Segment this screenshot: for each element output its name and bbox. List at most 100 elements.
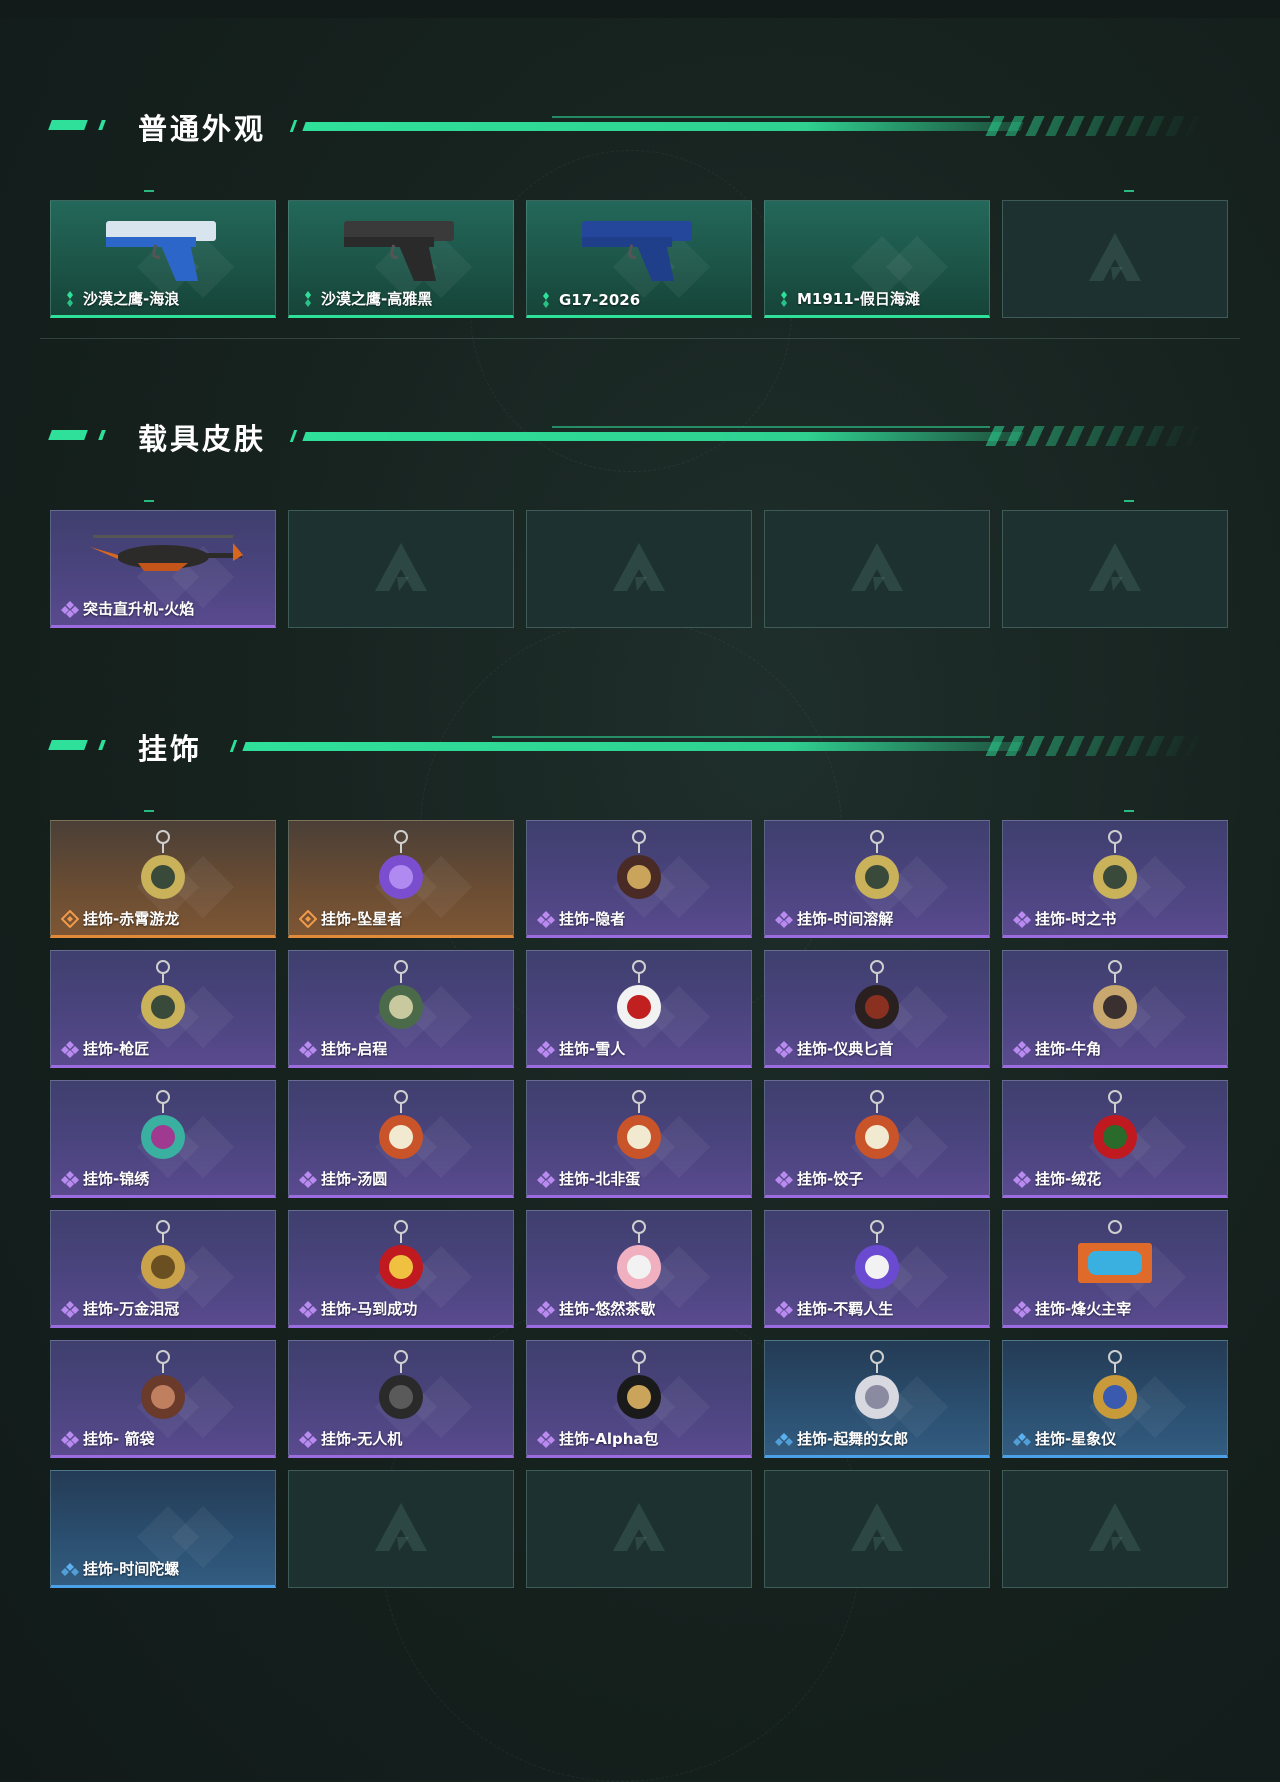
item-card[interactable]: 挂饰-不羁人生 xyxy=(764,1210,990,1328)
charm-icon xyxy=(855,830,899,899)
sign-charm-icon xyxy=(1078,1220,1152,1283)
item-card[interactable]: 挂饰-马到成功 xyxy=(288,1210,514,1328)
item-name: 挂饰-隐者 xyxy=(559,910,626,928)
item-label: 挂饰-时之书 xyxy=(1013,908,1116,929)
logo-watermark-icon xyxy=(851,1503,903,1551)
horse-charm-icon xyxy=(379,1220,423,1289)
rarity-diamond-icon xyxy=(543,292,549,308)
item-label: 挂饰-坠星者 xyxy=(299,908,402,929)
item-name: 沙漠之鹰-海浪 xyxy=(83,290,180,308)
item-card[interactable]: 突击直升机-火焰 xyxy=(50,510,276,628)
section-title: 载具皮肤 xyxy=(138,422,267,456)
item-name: M1911-假日海滩 xyxy=(797,290,920,308)
item-card[interactable]: 挂饰-星象仪 xyxy=(1002,1340,1228,1458)
rarity-diamond-icon xyxy=(299,1040,317,1058)
item-name: 挂饰-雪人 xyxy=(559,1040,626,1058)
item-card[interactable]: 挂饰-枪匠 xyxy=(50,950,276,1068)
rarity-diamond-icon xyxy=(299,1170,317,1188)
item-card[interactable]: 挂饰-烽火主宰 xyxy=(1002,1210,1228,1328)
item-card[interactable]: 挂饰-悠然茶歇 xyxy=(526,1210,752,1328)
empty-slot[interactable] xyxy=(1002,1470,1228,1588)
drone-charm-icon xyxy=(379,1350,423,1419)
rarity-diamond-icon xyxy=(537,910,555,928)
header-accent-tick xyxy=(98,430,106,440)
item-label: M1911-假日海滩 xyxy=(775,288,920,309)
crown-charm-icon xyxy=(141,1220,185,1289)
logo-watermark-icon xyxy=(375,1503,427,1551)
item-name: 挂饰-Alpha包 xyxy=(559,1430,659,1448)
item-name: 挂饰-饺子 xyxy=(797,1170,864,1188)
item-card[interactable]: 挂饰-隐者 xyxy=(526,820,752,938)
item-card[interactable]: 挂饰-起舞的女郎 xyxy=(764,1340,990,1458)
section-header: 载具皮肤 xyxy=(0,410,1280,460)
item-card[interactable]: 挂饰-万金泪冠 xyxy=(50,1210,276,1328)
item-card[interactable]: 挂饰-坠星者 xyxy=(288,820,514,938)
empty-slot[interactable] xyxy=(288,510,514,628)
item-card[interactable]: 挂饰-时间溶解 xyxy=(764,820,990,938)
item-card[interactable]: 挂饰-牛角 xyxy=(1002,950,1228,1068)
item-card[interactable]: 挂饰-时之书 xyxy=(1002,820,1228,938)
item-card[interactable]: 挂饰- 箭袋 xyxy=(50,1340,276,1458)
rarity-diamond-icon xyxy=(775,910,793,928)
corner-mark xyxy=(1124,500,1134,502)
butterfly-charm-icon xyxy=(141,1090,185,1159)
item-card[interactable]: 挂饰-汤圆 xyxy=(288,1080,514,1198)
crystal-charm-icon xyxy=(379,830,423,899)
rarity-diamond-icon xyxy=(775,1432,793,1446)
empty-slot[interactable] xyxy=(1002,510,1228,628)
item-card[interactable]: 挂饰-Alpha包 xyxy=(526,1340,752,1458)
quiver-charm-icon xyxy=(141,1350,185,1419)
item-label: 挂饰-万金泪冠 xyxy=(61,1298,179,1319)
empty-slot[interactable] xyxy=(526,1470,752,1588)
section-3: 挂饰 挂饰-赤霄游龙 挂饰-坠星者 挂饰-隐者 挂饰-时间溶解 挂饰-时之书 挂… xyxy=(0,720,1280,1588)
item-label: 挂饰-汤圆 xyxy=(299,1168,387,1189)
item-name: 挂饰-马到成功 xyxy=(321,1300,418,1318)
empty-slot[interactable] xyxy=(288,1470,514,1588)
item-label: 挂饰-绒花 xyxy=(1013,1168,1101,1189)
item-name: 挂饰-绒花 xyxy=(1035,1170,1102,1188)
rarity-diamond-icon xyxy=(1013,1432,1031,1446)
item-card[interactable]: M1911-假日海滩 xyxy=(764,200,990,318)
empty-slot[interactable] xyxy=(526,510,752,628)
empty-slot[interactable] xyxy=(764,510,990,628)
item-card[interactable]: 挂饰-启程 xyxy=(288,950,514,1068)
item-name: 沙漠之鹰-高雅黑 xyxy=(321,290,433,308)
rarity-diamond-icon xyxy=(61,1430,79,1448)
item-card[interactable]: G17-2026 xyxy=(526,200,752,318)
item-label: 挂饰-雪人 xyxy=(537,1038,625,1059)
top-strip xyxy=(0,0,1280,18)
item-label: 挂饰-锦绣 xyxy=(61,1168,149,1189)
item-card[interactable]: 挂饰-无人机 xyxy=(288,1340,514,1458)
empty-slot[interactable] xyxy=(1002,200,1228,318)
rarity-diamond-icon xyxy=(67,290,73,307)
header-checker-pattern xyxy=(985,736,1205,756)
item-card[interactable]: 挂饰-锦绣 xyxy=(50,1080,276,1198)
item-card[interactable]: 挂饰-雪人 xyxy=(526,950,752,1068)
header-line xyxy=(242,742,1024,751)
header-line-thin xyxy=(552,116,990,118)
header-accent-tick xyxy=(98,740,106,750)
item-card[interactable]: 挂饰-北非蛋 xyxy=(526,1080,752,1198)
rarity-diamond-icon xyxy=(1013,910,1031,928)
item-card[interactable]: 挂饰-绒花 xyxy=(1002,1080,1228,1198)
item-label: 挂饰-马到成功 xyxy=(299,1298,417,1319)
item-card[interactable]: 挂饰-时间陀螺 xyxy=(50,1470,276,1588)
logo-watermark-icon xyxy=(375,543,427,591)
item-name: 挂饰-时之书 xyxy=(1035,910,1117,928)
item-label: 挂饰-仪典匕首 xyxy=(775,1038,893,1059)
item-card[interactable]: 挂饰-仪典匕首 xyxy=(764,950,990,1068)
item-card[interactable]: 沙漠之鹰-高雅黑 xyxy=(288,200,514,318)
item-label: 挂饰- 箭袋 xyxy=(61,1428,154,1449)
item-card[interactable]: 挂饰-饺子 xyxy=(764,1080,990,1198)
logo-watermark-icon xyxy=(1089,543,1141,591)
item-card[interactable]: 挂饰-赤霄游龙 xyxy=(50,820,276,938)
item-name: 挂饰-烽火主宰 xyxy=(1035,1300,1132,1318)
rarity-diamond-icon xyxy=(61,1170,79,1188)
header-accent-bar xyxy=(48,430,88,440)
item-label: 沙漠之鹰-海浪 xyxy=(61,288,179,309)
item-label: 挂饰-牛角 xyxy=(1013,1038,1101,1059)
section-2: 载具皮肤 突击直升机-火焰 xyxy=(0,410,1280,628)
empty-slot[interactable] xyxy=(764,1470,990,1588)
item-label: 突击直升机-火焰 xyxy=(61,598,194,619)
item-card[interactable]: 沙漠之鹰-海浪 xyxy=(50,200,276,318)
